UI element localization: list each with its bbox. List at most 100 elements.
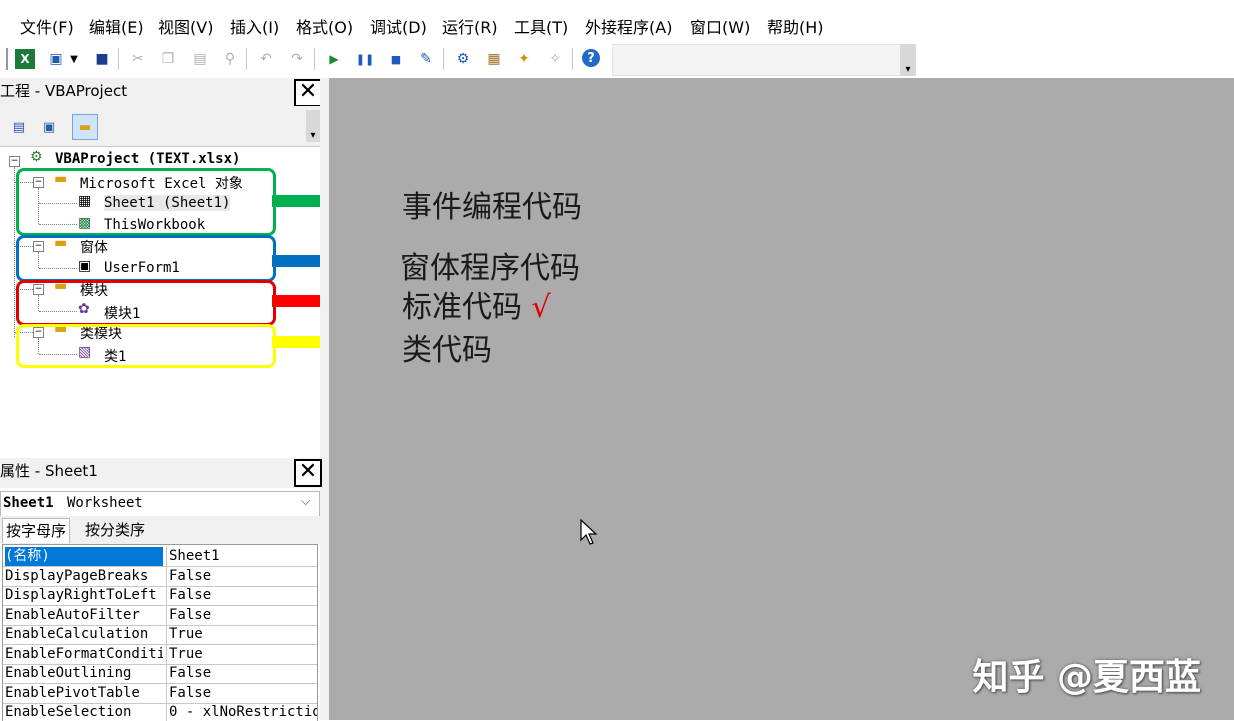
property-row[interactable]: EnableFormatConditionsCalculation True: [3, 645, 317, 665]
redo-icon[interactable]: ↷: [287, 49, 307, 69]
property-row[interactable]: DisplayRightToLeft False: [3, 586, 317, 606]
tree-root[interactable]: VBAProject (TEXT.xlsx): [55, 151, 240, 167]
view-object-icon[interactable]: ▣: [36, 114, 62, 140]
property-value[interactable]: 0 - xlNoRestrictions: [166, 703, 317, 721]
properties-pane-title: 属性 - Sheet1: [0, 462, 98, 480]
code-workspace: [329, 78, 1234, 720]
property-value[interactable]: True: [166, 645, 317, 664]
dropdown-arrow-icon[interactable]: ▼: [68, 49, 80, 69]
properties-tabs: 按字母序 按分类序: [0, 516, 320, 544]
object-browser-icon[interactable]: ✦: [514, 49, 534, 69]
property-name: DisplayPageBreaks: [5, 568, 149, 584]
property-row[interactable]: EnableSelection 0 - xlNoRestrictions: [3, 703, 317, 721]
annotation-form-code: 窗体程序代码: [400, 251, 580, 286]
toolbar-separator: [443, 48, 444, 70]
annotation-standard-code: 标准代码 √: [402, 282, 551, 326]
toolbar-separator: [246, 48, 247, 70]
chevron-down-icon[interactable]: ⌵: [301, 494, 310, 509]
tree-line: [14, 167, 15, 337]
property-row[interactable]: EnableOutlining False: [3, 664, 317, 684]
property-row[interactable]: (名称) Sheet1: [3, 547, 317, 567]
project-pane-toolbar: ▤ ▣ ▬ ▾: [0, 106, 320, 146]
save-icon[interactable]: ■: [92, 49, 112, 69]
reset-icon[interactable]: ■: [386, 49, 406, 69]
property-name: (名称): [5, 547, 163, 566]
object-type: Worksheet: [67, 495, 143, 511]
property-row[interactable]: EnableAutoFilter False: [3, 606, 317, 626]
properties-grid: (名称) Sheet1 DisplayPageBreaks False Disp…: [2, 544, 318, 721]
toolbar-separator: [572, 48, 573, 70]
properties-close-icon[interactable]: ✕: [294, 459, 322, 487]
menu-help[interactable]: 帮助(H): [767, 14, 824, 38]
menu-run[interactable]: 运行(R): [442, 14, 498, 38]
menu-insert[interactable]: 插入(I): [230, 14, 279, 38]
find-icon[interactable]: ⚲: [220, 49, 240, 69]
property-value[interactable]: True: [166, 625, 317, 644]
menu-file[interactable]: 文件(F): [20, 14, 74, 38]
help-icon[interactable]: ?: [582, 49, 600, 67]
menu-bar: 文件(F) 编辑(E) 视图(V) 插入(I) 格式(O) 调试(D) 运行(R…: [0, 0, 1234, 40]
toolbar-separator: [118, 48, 119, 70]
excel-icon[interactable]: X: [15, 49, 35, 69]
property-value[interactable]: Sheet1: [166, 547, 317, 566]
menu-edit[interactable]: 编辑(E): [89, 14, 144, 38]
collapse-icon[interactable]: −: [9, 156, 20, 167]
run-icon[interactable]: ▶: [324, 49, 344, 69]
annotation-class-code: 类代码: [402, 333, 492, 368]
property-row[interactable]: EnablePivotTable False: [3, 684, 317, 704]
properties-object-select[interactable]: Sheet1 Worksheet ⌵: [0, 491, 320, 517]
property-value[interactable]: False: [166, 567, 317, 586]
project-pane-title: 工程 - VBAProject: [0, 82, 128, 100]
project-pane-titlebar: 工程 - VBAProject ✕: [0, 78, 322, 107]
copy-icon[interactable]: ❐: [158, 49, 178, 69]
break-icon[interactable]: ❚❚: [355, 49, 375, 69]
insert-userform-icon[interactable]: ▣: [46, 49, 66, 69]
toolbar-location-box: [612, 44, 902, 76]
menu-tools[interactable]: 工具(T): [514, 14, 568, 38]
menu-addins[interactable]: 外接程序(A): [585, 14, 672, 38]
property-name: EnableOutlining: [5, 665, 132, 681]
highlight-box-excel-objects: [16, 168, 276, 236]
highlight-box-modules: [16, 280, 276, 326]
highlight-box-class-modules: [16, 324, 276, 368]
project-toolbar-overflow-icon[interactable]: ▾: [306, 110, 320, 142]
property-name: EnableCalculation: [5, 626, 149, 642]
project-explorer-icon[interactable]: ⚙: [453, 49, 473, 69]
property-value[interactable]: False: [166, 664, 317, 683]
property-name: EnablePivotTable: [5, 685, 140, 701]
undo-icon[interactable]: ↶: [256, 49, 276, 69]
tab-categorized[interactable]: 按分类序: [82, 518, 148, 542]
standard-toolbar: X ▣ ▼ ■ ✂ ❐ ▤ ⚲ ↶ ↷ ▶ ❚❚ ■ ✎ ⚙ ▦ ✦ ✧ ? ▾: [0, 40, 1234, 78]
check-mark-icon: √: [531, 290, 551, 325]
toolbar-grip[interactable]: [6, 48, 8, 70]
menu-window[interactable]: 窗口(W): [690, 14, 750, 38]
toggle-folders-icon[interactable]: ▬: [72, 114, 98, 140]
property-value[interactable]: False: [166, 586, 317, 605]
properties-pane-titlebar: 属性 - Sheet1 ✕: [0, 458, 322, 488]
annotation-event-code: 事件编程代码: [402, 190, 582, 225]
menu-format[interactable]: 格式(O): [296, 14, 353, 38]
design-mode-icon[interactable]: ✎: [416, 49, 436, 69]
toolbar-overflow-icon[interactable]: ▾: [900, 44, 916, 76]
menu-debug[interactable]: 调试(D): [370, 14, 427, 38]
project-close-icon[interactable]: ✕: [294, 79, 322, 107]
object-name: Sheet1: [3, 495, 54, 511]
mouse-cursor-icon: [580, 519, 598, 545]
property-value[interactable]: False: [166, 684, 317, 703]
property-row[interactable]: DisplayPageBreaks False: [3, 567, 317, 587]
property-value[interactable]: False: [166, 606, 317, 625]
menu-view[interactable]: 视图(V): [158, 14, 213, 38]
cut-icon[interactable]: ✂: [128, 49, 148, 69]
property-name: EnableAutoFilter: [5, 607, 140, 623]
property-name: EnableSelection: [5, 704, 132, 720]
properties-window-icon[interactable]: ▦: [484, 49, 504, 69]
annotation-standard-code-label: 标准代码: [402, 290, 522, 325]
toolbox-icon[interactable]: ✧: [545, 49, 565, 69]
property-row[interactable]: EnableCalculation True: [3, 625, 317, 645]
toolbar-separator: [314, 48, 315, 70]
property-name: EnableFormatConditionsCalculation: [5, 646, 163, 662]
highlight-box-forms: [16, 235, 276, 282]
paste-icon[interactable]: ▤: [190, 49, 210, 69]
tab-alphabetic[interactable]: 按字母序: [2, 518, 71, 543]
view-code-icon[interactable]: ▤: [6, 114, 32, 140]
